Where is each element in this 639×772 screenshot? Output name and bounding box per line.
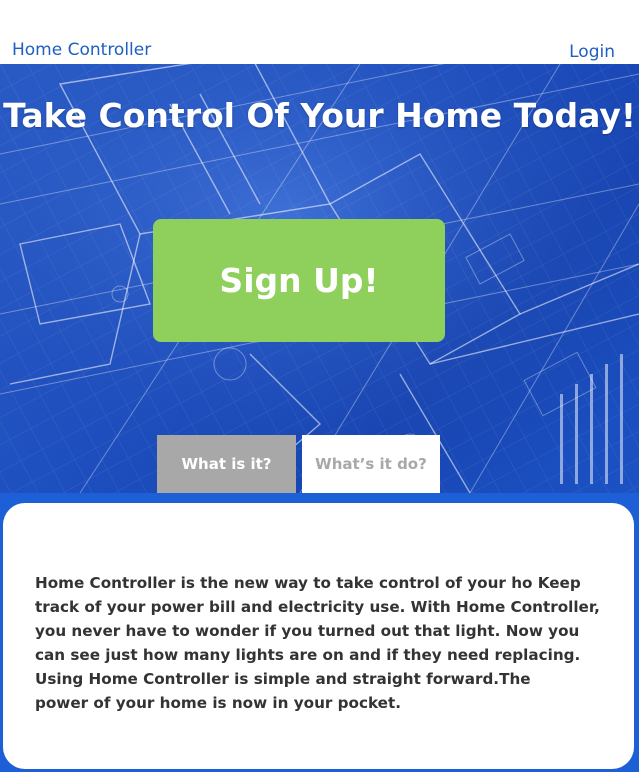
sign-up-button[interactable]: Sign Up! bbox=[153, 219, 445, 342]
tab-whats-it-do[interactable]: What’s it do? bbox=[302, 435, 440, 493]
description-card: Home Controller is the new way to take c… bbox=[3, 503, 634, 769]
login-link[interactable]: Login bbox=[569, 42, 615, 62]
hero-section: Take Control Of Your Home Today! Sign Up… bbox=[0, 64, 639, 493]
tab-what-is-it[interactable]: What is it? bbox=[157, 435, 296, 493]
content-section: Home Controller is the new way to take c… bbox=[0, 493, 639, 772]
top-nav-bar: Home Controller Login bbox=[0, 0, 639, 64]
hero-title: Take Control Of Your Home Today! bbox=[3, 96, 636, 135]
brand-link[interactable]: Home Controller bbox=[12, 40, 151, 60]
description-text: Home Controller is the new way to take c… bbox=[35, 574, 600, 712]
